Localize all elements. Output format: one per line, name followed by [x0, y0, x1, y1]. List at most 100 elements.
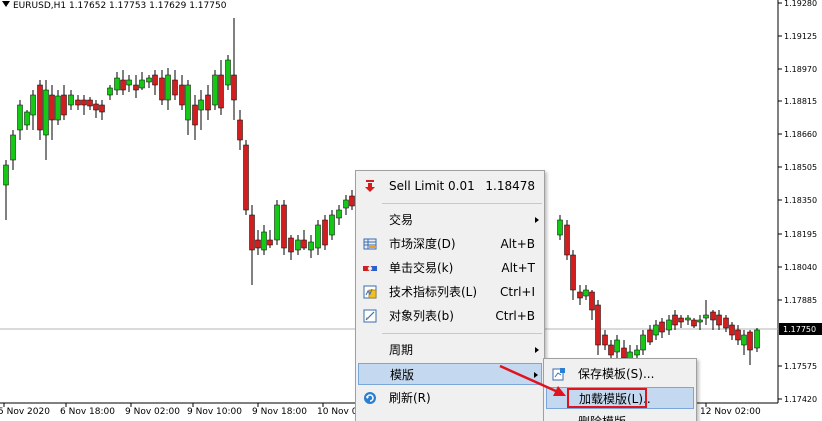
price-label: 1.19280 — [784, 0, 817, 8]
highlight-box — [567, 388, 647, 408]
candle-body — [165, 74, 171, 101]
price-label: 1.18350 — [784, 196, 817, 205]
candle-body — [185, 84, 191, 121]
candle-body — [577, 291, 583, 299]
submenu-item-delete-template[interactable]: 删除模版 — [546, 411, 694, 421]
objects-list-icon — [363, 309, 377, 323]
menu-item-label: 技术指标列表(L) — [389, 285, 478, 299]
price-label: 1.17885 — [784, 296, 817, 305]
sell-limit-icon — [365, 180, 375, 192]
candle-body — [557, 219, 563, 236]
candle-body — [589, 291, 595, 311]
submenu-arrow-icon — [534, 372, 538, 378]
chart-context-menu: Sell Limit 0.01 1.18478 交易 市场深度(D) Alt+B… — [355, 170, 545, 421]
menu-item-shortcut: Alt+B — [500, 237, 535, 251]
current-price-label: 1.17750 — [783, 325, 816, 334]
menu-item-one-click-trading[interactable]: 单击交易(k) Alt+T — [358, 257, 542, 279]
candle-body — [685, 317, 691, 321]
candle-body — [146, 77, 152, 83]
menu-item-label: 单击交易(k) — [389, 261, 454, 275]
price-label: 1.18505 — [784, 163, 817, 172]
candle-body — [691, 319, 697, 327]
chart-title-arrow-icon — [2, 1, 10, 7]
candle-body — [198, 99, 204, 111]
candle-body — [729, 324, 735, 336]
menu-item-sell-limit[interactable]: Sell Limit 0.01 1.18478 — [358, 175, 542, 197]
menu-item-label: 周期 — [389, 343, 414, 357]
submenu-arrow-icon — [535, 217, 539, 223]
menu-item-shortcut: Alt+T — [501, 261, 535, 275]
indicators-list-icon — [363, 285, 377, 299]
chart-title-text: EURUSD,H1 1.17652 1.17753 1.17629 1.1775… — [13, 1, 227, 11]
candle-body — [68, 94, 74, 106]
candle-body — [255, 239, 261, 249]
submenu-arrow-icon — [535, 347, 539, 353]
save-template-icon — [552, 368, 565, 381]
time-label: 6 Nov 18:00 — [60, 407, 115, 417]
price-label: 1.17575 — [784, 362, 817, 371]
chart-window[interactable]: 1.19280 1.19125 1.18970 1.18815 1.18660 1.185… — [0, 0, 822, 421]
candle-body — [570, 254, 576, 291]
menu-item-label: 刷新(R) — [389, 391, 431, 405]
candle-body — [49, 94, 55, 121]
menu-item-market-depth[interactable]: 市场深度(D) Alt+B — [358, 233, 542, 255]
candle-body — [61, 94, 67, 116]
candle-body — [243, 144, 249, 211]
candle-body — [274, 204, 280, 241]
candle-body — [87, 99, 93, 107]
candle-body — [237, 119, 243, 141]
candle-body — [172, 79, 178, 96]
price-label: 1.18040 — [784, 263, 817, 272]
candle-body — [37, 84, 43, 131]
candle-body — [218, 74, 224, 109]
candle-body — [99, 104, 105, 113]
candle-body — [741, 334, 747, 346]
candle-body — [621, 347, 627, 359]
menu-item-objects-list[interactable]: 对象列表(b) Ctrl+B — [358, 305, 542, 327]
price-label: 1.17420 — [784, 395, 817, 404]
submenu-item-save-template[interactable]: 保存模板(S)... — [546, 363, 694, 385]
candle-body — [55, 95, 61, 121]
menu-separator — [382, 333, 542, 334]
menu-item-shortcut: Ctrl+B — [495, 309, 535, 323]
menu-item-price: 1.18478 — [485, 179, 535, 193]
one-click-trading-icon — [363, 266, 377, 271]
candle-body — [249, 214, 255, 251]
candle-body — [301, 239, 307, 249]
candle-body — [329, 214, 335, 236]
candle-body — [697, 319, 703, 323]
time-label: 12 Nov 02:00 — [700, 407, 761, 417]
candle-body — [336, 209, 342, 219]
candle-body — [43, 89, 49, 136]
menu-item-refresh[interactable]: 刷新(R) — [358, 387, 542, 409]
menu-item-label: 交易 — [389, 213, 414, 227]
candle-body — [114, 77, 120, 91]
candle-body — [281, 204, 287, 249]
price-label: 1.18195 — [784, 230, 817, 239]
menu-item-indicators-list[interactable]: 技术指标列表(L) Ctrl+I — [358, 281, 542, 303]
candle-body — [614, 339, 620, 353]
candle-body — [81, 99, 87, 106]
candle-body — [30, 94, 36, 116]
menu-item-label: 市场深度(D) — [389, 237, 456, 251]
menu-item-timeframe[interactable]: 周期 — [358, 339, 542, 361]
menu-item-template[interactable]: 模版 — [358, 363, 542, 385]
candle-body — [261, 231, 267, 251]
candle-body — [723, 317, 729, 329]
candle-body — [595, 304, 601, 346]
submenu-item-label: 删除模版 — [578, 411, 626, 421]
candle-body — [640, 334, 646, 351]
candle-body — [308, 241, 314, 251]
refresh-icon — [364, 392, 376, 404]
candle-body — [288, 237, 294, 253]
menu-item-trade[interactable]: 交易 — [358, 209, 542, 231]
time-label: 10 Nov 0 — [317, 407, 358, 417]
candle-body — [678, 317, 684, 323]
candle-body — [564, 224, 570, 256]
candle-body — [10, 134, 16, 161]
candle-body — [139, 79, 145, 89]
candle-body — [107, 87, 113, 96]
price-label: 1.18970 — [784, 65, 817, 74]
candle-body — [126, 79, 132, 86]
candle-body — [653, 324, 659, 336]
